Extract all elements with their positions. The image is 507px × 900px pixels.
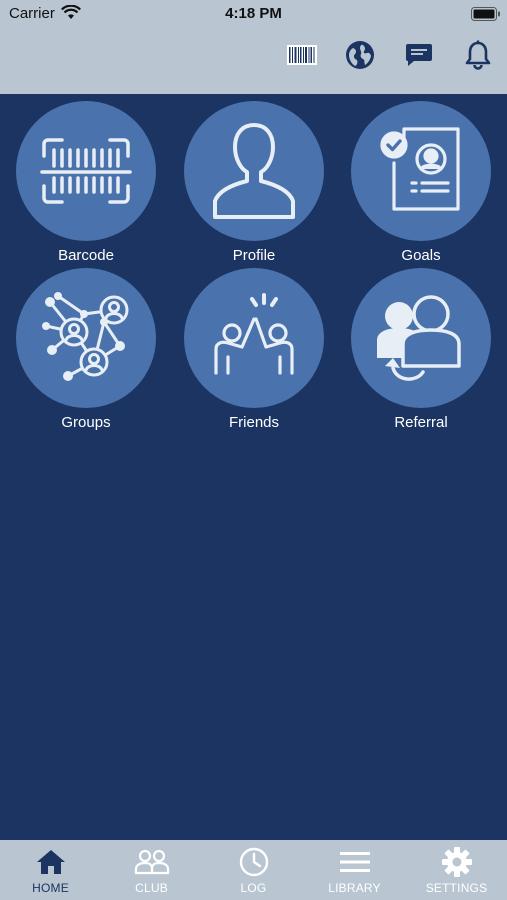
referral-icon [351,268,491,408]
chat-icon[interactable] [402,38,436,72]
tab-label: LIBRARY [328,881,381,895]
tile-label: Goals [401,247,441,264]
tile-label: Groups [61,414,111,431]
tab-log[interactable]: LOG [203,840,304,900]
tab-label: HOME [32,881,69,895]
tile-label: Profile [232,247,276,264]
battery-icon [471,7,501,26]
profile-icon [184,101,324,241]
status-bar: Carrier 4:18 PM [0,0,507,28]
tab-label: LOG [240,881,267,895]
tab-label: CLUB [135,881,168,895]
tile-groups[interactable]: Groups [16,268,156,438]
tile-profile[interactable]: Profile [184,101,324,271]
tab-library[interactable]: LIBRARY [304,840,405,900]
tile-label: Barcode [58,247,114,264]
bell-icon[interactable] [461,38,495,72]
tab-settings[interactable]: SETTINGS [406,840,507,900]
tab-bar: HOME CLUB LOG LIBRARY SETTINGS [0,840,507,900]
goals-icon [351,101,491,241]
tile-referral[interactable]: Referral [351,268,491,438]
tile-friends[interactable]: Friends [184,268,324,438]
barcode-icon[interactable] [285,38,319,72]
status-time: 4:18 PM [225,5,282,22]
tab-home[interactable]: HOME [0,840,101,900]
globe-icon[interactable] [343,38,377,72]
menu-icon [304,846,405,878]
tile-barcode[interactable]: Barcode [16,101,156,271]
home-icon [0,846,101,878]
tab-label: SETTINGS [425,881,488,895]
tile-label: Referral [394,414,448,431]
club-icon [101,846,202,878]
gear-icon [406,846,507,878]
home-grid: Barcode Profile Goals Groups Friends Ref… [0,94,507,840]
top-header: Carrier 4:18 PM [0,0,507,94]
friends-icon [184,268,324,408]
tab-club[interactable]: CLUB [101,840,202,900]
groups-icon [16,268,156,408]
tile-label: Friends [228,414,280,431]
barcode-scan-icon [16,101,156,241]
clock-icon [203,846,304,878]
tile-goals[interactable]: Goals [351,101,491,271]
